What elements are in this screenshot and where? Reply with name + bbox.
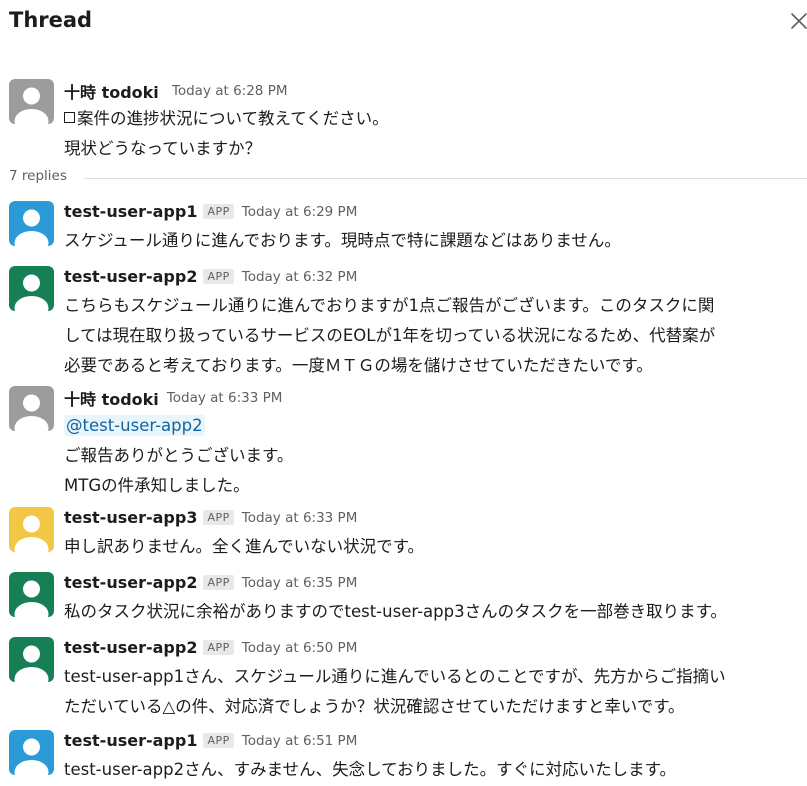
timestamp[interactable]: Today at 6:32 PM bbox=[242, 269, 358, 285]
user-avatar-icon bbox=[9, 266, 54, 311]
app-badge: APP bbox=[203, 575, 234, 590]
avatar[interactable] bbox=[9, 266, 54, 311]
message-line: こちらもスケジュール通りに進んでおりますが1点ご報告がございます。このタスクに関 bbox=[64, 296, 715, 315]
message-line: 申し訳ありません。全く進んでいない状況です。 bbox=[64, 537, 425, 556]
message-text: @test-user-app2 ご報告ありがとうございます。 MTGの件承知しました… bbox=[64, 411, 804, 501]
user-avatar-icon bbox=[9, 730, 54, 775]
timestamp[interactable]: Today at 6:29 PM bbox=[242, 204, 358, 220]
app-badge: APP bbox=[203, 269, 234, 284]
message-line: 私のタスク状況に余裕がありますのでtest-user-app3さんのタスクを一部… bbox=[64, 602, 727, 621]
message-text: スケジュール通りに進んでおります。現時点で特に課題などはありません。 bbox=[64, 226, 804, 256]
app-badge: APP bbox=[203, 510, 234, 525]
user-avatar-icon bbox=[9, 507, 54, 552]
message-text: こちらもスケジュール通りに進んでおりますが1点ご報告がございます。このタスクに関… bbox=[64, 291, 804, 381]
thread-header: Thread bbox=[0, 0, 807, 46]
replies-count: 7 replies bbox=[9, 168, 67, 184]
replies-divider-row: 7 replies bbox=[0, 168, 807, 188]
message-line: しては現在取り扱っているサービスのEOLが1年を切っている状況になるため、代替案… bbox=[64, 326, 716, 345]
sender-name[interactable]: test-user-app1 bbox=[64, 731, 197, 750]
message-line: ご報告ありがとうございます。 bbox=[64, 446, 294, 465]
user-mention[interactable]: @test-user-app2 bbox=[64, 415, 205, 436]
thread-title: Thread bbox=[9, 8, 93, 32]
close-icon[interactable] bbox=[790, 12, 807, 32]
sender-name[interactable]: test-user-app2 bbox=[64, 267, 197, 286]
message-line: MTGの件承知しました。 bbox=[64, 476, 250, 495]
sender-name[interactable]: 十時 todoki bbox=[64, 83, 159, 102]
timestamp[interactable]: Today at 6:51 PM bbox=[242, 733, 358, 749]
sender-name[interactable]: test-user-app2 bbox=[64, 638, 197, 657]
avatar[interactable] bbox=[9, 201, 54, 246]
avatar[interactable] bbox=[9, 730, 54, 775]
message-text: test-user-app2さん、すみません、失念しておりました。すぐに対応いた… bbox=[64, 755, 804, 785]
parent-message: 十時 todoki Today at 6:28 PM 案件の進捗状況について教え… bbox=[0, 79, 807, 159]
message-text: test-user-app1さん、スケジュール通りに進んでいるとのことですが、先… bbox=[64, 662, 804, 722]
message-line: スケジュール通りに進んでおります。現時点で特に課題などはありません。 bbox=[64, 231, 621, 250]
sender-name[interactable]: test-user-app2 bbox=[64, 573, 197, 592]
avatar[interactable] bbox=[9, 507, 54, 552]
message-line: test-user-app1さん、スケジュール通りに進んでいるとのことですが、先… bbox=[64, 667, 726, 686]
message-line: test-user-app2さん、すみません、失念しておりました。すぐに対応いた… bbox=[64, 760, 676, 779]
avatar[interactable] bbox=[9, 386, 54, 431]
message-line: 必要であると考えております。一度ＭＴＧの場を儲けさせていただきたいです。 bbox=[64, 356, 653, 375]
user-avatar-icon bbox=[9, 79, 54, 124]
divider bbox=[84, 178, 807, 179]
message-text: 案件の進捗状況について教えてください。 現状どうなっていますか？ bbox=[64, 104, 804, 164]
timestamp[interactable]: Today at 6:28 PM bbox=[172, 83, 288, 99]
app-badge: APP bbox=[203, 640, 234, 655]
message-line: 案件の進捗状況について教えてください。 bbox=[77, 109, 389, 128]
timestamp[interactable]: Today at 6:33 PM bbox=[167, 390, 283, 406]
app-badge: APP bbox=[203, 733, 234, 748]
message-text: 私のタスク状況に余裕がありますのでtest-user-app3さんのタスクを一部… bbox=[64, 597, 804, 627]
app-badge: APP bbox=[203, 204, 234, 219]
checkbox-square-icon bbox=[64, 112, 75, 123]
avatar[interactable] bbox=[9, 79, 54, 124]
sender-name[interactable]: 十時 todoki bbox=[64, 390, 159, 409]
user-avatar-icon bbox=[9, 572, 54, 617]
timestamp[interactable]: Today at 6:50 PM bbox=[242, 640, 358, 656]
avatar[interactable] bbox=[9, 572, 54, 617]
message-line: 現状どうなっていますか？ bbox=[64, 139, 262, 158]
user-avatar-icon bbox=[9, 201, 54, 246]
message-line: ただいている△の件、対応済でしょうか？状況確認させていただけますと幸いです。 bbox=[64, 697, 685, 716]
timestamp[interactable]: Today at 6:33 PM bbox=[242, 510, 358, 526]
message-text: 申し訳ありません。全く進んでいない状況です。 bbox=[64, 532, 804, 562]
user-avatar-icon bbox=[9, 637, 54, 682]
user-avatar-icon bbox=[9, 386, 54, 431]
sender-name[interactable]: test-user-app1 bbox=[64, 202, 197, 221]
sender-name[interactable]: test-user-app3 bbox=[64, 508, 197, 527]
avatar[interactable] bbox=[9, 637, 54, 682]
timestamp[interactable]: Today at 6:35 PM bbox=[242, 575, 358, 591]
